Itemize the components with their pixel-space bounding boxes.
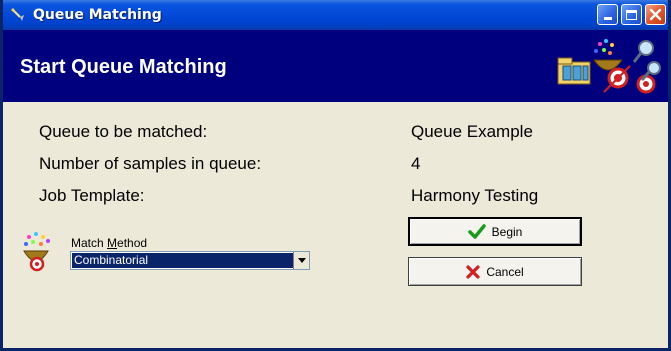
maximize-button[interactable] [621,4,642,25]
magnifier-target-icon [632,40,661,94]
template-value: Harmony Testing [411,186,539,205]
match-method-value: Combinatorial [72,253,293,268]
begin-button[interactable]: Begin [408,217,582,246]
queue-label: Queue to be matched: [39,122,208,141]
match-method-select[interactable]: Combinatorial [70,251,310,270]
match-target-icon [593,39,631,93]
samples-value: 4 [411,154,421,173]
cancel-label: Cancel [486,264,524,279]
minimize-icon [603,17,612,20]
close-button[interactable] [645,4,666,25]
window-title: Queue Matching [33,7,162,23]
queue-matching-window: Queue Matching Start Queue Matching Queu… [0,0,671,351]
cancel-x-icon [466,264,480,279]
header-graphic [534,36,664,100]
dropdown-arrow-button[interactable] [293,252,309,269]
minimize-button[interactable] [597,4,618,25]
samples-label: Number of samples in queue: [39,154,262,173]
page-title: Start Queue Matching [20,56,227,78]
match-method-label: Match Method [71,236,148,250]
app-icon [9,6,27,24]
check-icon [467,223,486,240]
header-band: Start Queue Matching [3,30,668,102]
chevron-down-icon [297,258,306,263]
title-bar[interactable]: Queue Matching [3,0,668,30]
begin-label: Begin [491,224,523,239]
maximize-icon [626,9,637,20]
template-label: Job Template: [39,186,145,205]
match-method-icon [21,231,65,275]
close-icon [649,8,662,21]
queue-folder-icon [557,57,591,85]
queue-value: Queue Example [411,122,533,141]
dialog-content: Queue to be matched: Queue Example Numbe… [3,102,668,348]
cancel-button[interactable]: Cancel [408,257,582,286]
